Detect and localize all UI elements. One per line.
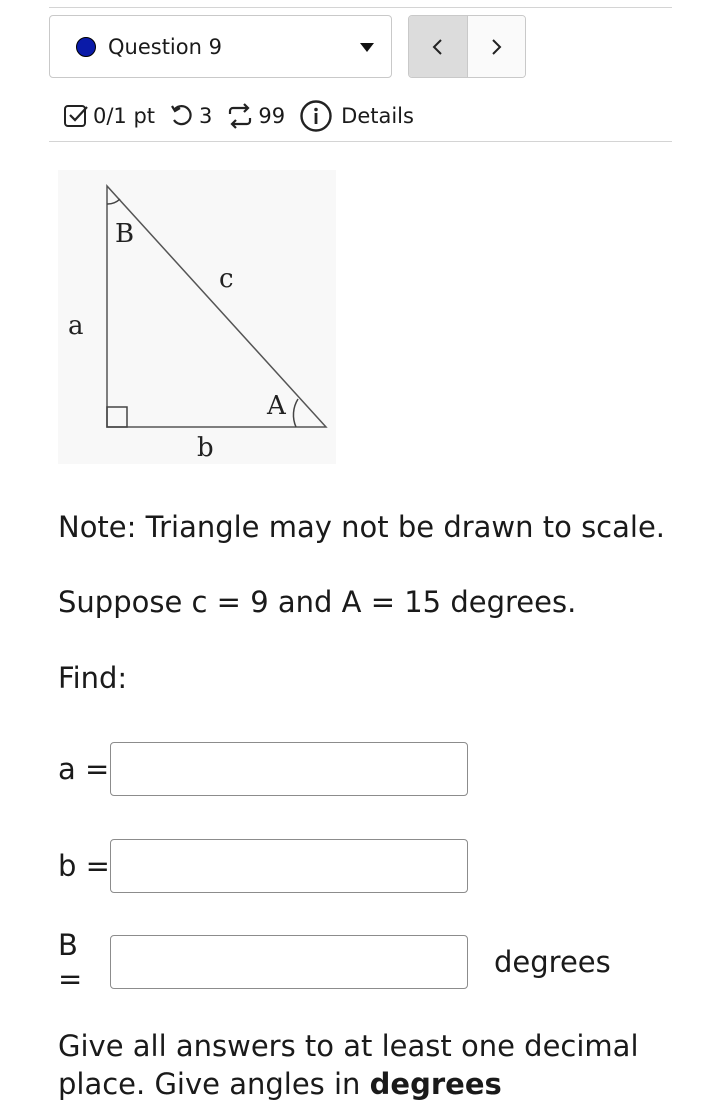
- retries-indicator: 3: [169, 103, 212, 129]
- question-label: Question 9: [108, 34, 222, 59]
- given-text: Suppose c = 9 and A = 15 degrees.: [58, 585, 577, 619]
- prev-question-button[interactable]: [409, 16, 468, 77]
- question-nav: [408, 15, 526, 78]
- triangle-diagram: B A a b c: [68, 184, 328, 463]
- side-a-label: a: [68, 311, 84, 341]
- answer-input-a[interactable]: [110, 742, 468, 796]
- vertex-b-label: B: [115, 219, 134, 249]
- details-link[interactable]: Details: [299, 99, 414, 133]
- answer-label-a: a =: [58, 752, 110, 786]
- caret-down-icon: [360, 43, 374, 52]
- question-page: Question 9 0/1 pt 3 99 Details B A a b c…: [0, 0, 720, 1117]
- degrees-unit-label: degrees: [494, 945, 611, 979]
- answer-row-angle-b: B = degrees: [58, 928, 611, 996]
- note-text: Note: Triangle may not be drawn to scale…: [58, 510, 666, 544]
- top-divider: [49, 7, 672, 8]
- question-selector[interactable]: Question 9: [49, 15, 392, 78]
- chevron-left-icon: [432, 38, 442, 55]
- header-divider: [49, 141, 672, 142]
- question-meta: 0/1 pt 3 99 Details: [63, 96, 414, 136]
- right-triangle-figure: B A a b c: [58, 170, 336, 464]
- checkbox-check-icon: [64, 105, 88, 127]
- right-angle-marker: [106, 406, 128, 428]
- answer-row-b: b =: [58, 838, 468, 894]
- answer-input-b[interactable]: [110, 839, 468, 893]
- chevron-right-icon: [492, 38, 502, 55]
- info-icon: [300, 100, 332, 132]
- next-question-button[interactable]: [467, 16, 525, 77]
- score-indicator: 0/1 pt: [63, 103, 155, 129]
- score-text: 0/1 pt: [93, 104, 156, 128]
- attempts-count: 99: [258, 104, 286, 128]
- find-text: Find:: [58, 661, 128, 695]
- answer-row-a: a =: [58, 741, 468, 797]
- side-c-label: c: [219, 264, 234, 294]
- retries-count: 3: [199, 104, 213, 128]
- instructions-emphasis: degrees: [369, 1067, 502, 1101]
- vertex-a-label: A: [266, 391, 287, 421]
- side-b-label: b: [197, 433, 214, 463]
- triangle-outline: [106, 184, 328, 428]
- question-status-dot: [76, 36, 96, 57]
- details-label: Details: [341, 104, 414, 128]
- undo-icon: [171, 105, 192, 126]
- repeat-icon: [229, 103, 252, 129]
- answer-label-angle-b: B =: [58, 928, 83, 996]
- angle-b-arc: [106, 198, 121, 205]
- angle-a-arc: [292, 398, 299, 428]
- attempts-indicator: 99: [226, 103, 285, 129]
- answer-label-b: b =: [58, 849, 110, 883]
- instructions-body: Give all answers to at least one decimal…: [58, 1029, 639, 1101]
- instructions-text: Give all answers to at least one decimal…: [58, 1027, 698, 1103]
- answer-input-angle-b[interactable]: [110, 935, 468, 989]
